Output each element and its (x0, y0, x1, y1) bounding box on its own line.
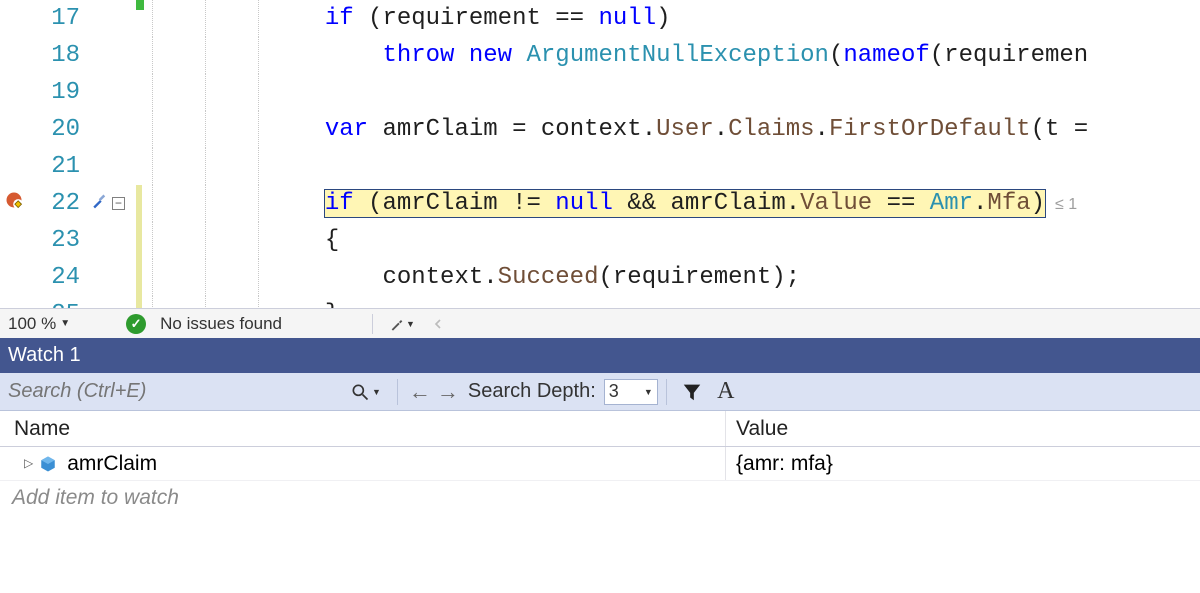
text-visualizer-button[interactable]: A (709, 378, 743, 405)
code-line[interactable]: 22 − if (amrClaim != null && amrClaim.Val… (0, 185, 1200, 222)
code-editor[interactable]: 17 if (requirement == null)18 throw new … (0, 0, 1200, 338)
code-text[interactable]: if (amrClaim != null && amrClaim.Value =… (136, 190, 1077, 217)
code-text[interactable]: } (136, 301, 339, 308)
expand-triangle-icon[interactable]: ▷ (24, 456, 33, 470)
line-margin-icons (86, 222, 136, 259)
separator (372, 314, 373, 334)
code-line[interactable]: 17 if (requirement == null) (0, 0, 1200, 37)
watch-rows: ▷ amrClaim {amr: mfa} Add item to watch (0, 447, 1200, 515)
separator (666, 379, 667, 405)
code-line[interactable]: 20 var amrClaim = context.User.Claims.Fi… (0, 111, 1200, 148)
quick-actions-icon[interactable] (90, 190, 110, 218)
line-number: 22 (28, 190, 86, 217)
check-circle-icon (126, 314, 146, 334)
chevron-down-icon: ▼ (644, 387, 653, 397)
code-text[interactable]: context.Succeed(requirement); (136, 264, 800, 291)
code-text[interactable]: var amrClaim = context.User.Claims.First… (136, 116, 1088, 143)
line-number: 17 (28, 5, 86, 32)
cleanup-icon[interactable]: ▼ (389, 312, 415, 336)
gutter[interactable] (0, 185, 28, 222)
line-margin-icons (86, 259, 136, 296)
search-depth-combo[interactable]: 3 ▼ (604, 379, 658, 405)
nav-back-button[interactable]: ← (406, 379, 434, 405)
gutter[interactable] (0, 296, 28, 308)
breakpoint-current-icon[interactable] (4, 190, 24, 218)
line-margin-icons: − (86, 185, 136, 222)
line-margin-icons (86, 0, 136, 37)
issues-text: No issues found (160, 314, 282, 334)
line-number: 19 (28, 79, 86, 106)
code-line[interactable]: 24 context.Succeed(requirement); (0, 259, 1200, 296)
gutter[interactable] (0, 0, 28, 37)
line-number: 25 (28, 301, 86, 308)
separator (397, 379, 398, 405)
search-depth-label: Search Depth: (468, 380, 596, 403)
line-margin-icons (86, 111, 136, 148)
code-line[interactable]: 25 } (0, 296, 1200, 308)
line-number: 23 (28, 227, 86, 254)
gutter[interactable] (0, 222, 28, 259)
line-margin-icons (86, 296, 136, 308)
code-line[interactable]: 23 { (0, 222, 1200, 259)
editor-status-bar: 100 % ▼ No issues found ▼ (0, 308, 1200, 338)
line-number: 20 (28, 116, 86, 143)
gutter[interactable] (0, 37, 28, 74)
column-header-name[interactable]: Name (0, 411, 726, 446)
object-icon (39, 455, 57, 473)
watch-window-title: Watch 1 (8, 344, 81, 367)
code-text[interactable]: { (136, 227, 339, 254)
gutter[interactable] (0, 259, 28, 296)
search-depth-value: 3 (609, 381, 619, 402)
filter-icon[interactable] (675, 381, 709, 403)
watch-item-name: amrClaim (67, 452, 157, 476)
gutter[interactable] (0, 74, 28, 111)
codelens-elapsed[interactable]: ≤ 1 (1055, 196, 1077, 213)
line-margin-icons (86, 148, 136, 185)
nav-prev-icon[interactable] (425, 312, 451, 336)
code-text[interactable]: if (requirement == null) (136, 5, 671, 32)
line-margin-icons (86, 74, 136, 111)
code-line[interactable]: 19 (0, 74, 1200, 111)
watch-window-title-bar[interactable]: Watch 1 (0, 338, 1200, 373)
column-header-value[interactable]: Value (726, 411, 1200, 446)
watch-row[interactable]: ▷ amrClaim {amr: mfa} (0, 447, 1200, 481)
gutter[interactable] (0, 148, 28, 185)
add-watch-item-input[interactable]: Add item to watch (0, 481, 1200, 515)
line-number: 18 (28, 42, 86, 69)
watch-column-headers: Name Value (0, 411, 1200, 447)
watch-item-value: {amr: mfa} (736, 452, 833, 476)
line-margin-icons (86, 37, 136, 74)
watch-search-input[interactable] (0, 373, 350, 410)
fold-toggle[interactable]: − (112, 197, 125, 210)
line-number: 24 (28, 264, 86, 291)
zoom-level-combo[interactable]: 100 % ▼ (2, 314, 76, 334)
search-button[interactable]: ▼ (350, 382, 389, 402)
code-line[interactable]: 18 throw new ArgumentNullException(nameo… (0, 37, 1200, 74)
nav-forward-button[interactable]: → (434, 379, 462, 405)
zoom-level-text: 100 % (8, 314, 56, 334)
watch-toolbar: ▼ ← → Search Depth: 3 ▼ A (0, 373, 1200, 411)
code-text[interactable]: throw new ArgumentNullException(nameof(r… (136, 42, 1088, 69)
chevron-down-icon: ▼ (60, 318, 70, 329)
line-number: 21 (28, 153, 86, 180)
code-line[interactable]: 21 (0, 148, 1200, 185)
gutter[interactable] (0, 111, 28, 148)
